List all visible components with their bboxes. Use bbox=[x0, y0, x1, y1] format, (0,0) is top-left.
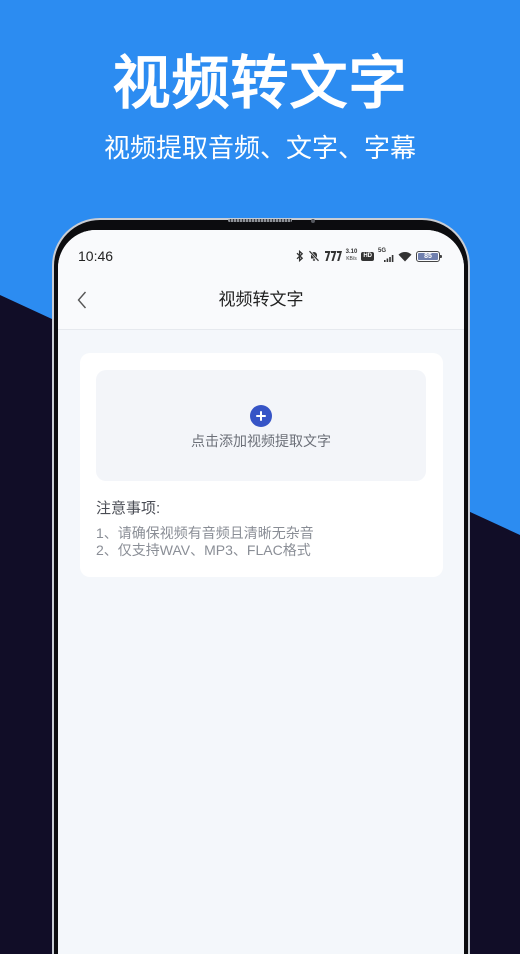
main-card: 点击添加视频提取文字 注意事项: 1、请确保视频有音频且清晰无杂音 2、仅支持W… bbox=[80, 353, 443, 577]
net-speed-value: 3.10 bbox=[345, 249, 358, 255]
mobile-signal-icon: 5G bbox=[378, 248, 394, 262]
add-video-label: 点击添加视频提取文字 bbox=[191, 433, 331, 449]
signal-icon bbox=[324, 251, 342, 261]
status-bar: 10:46 3.10 KB/s HD 5G 85 bbox=[78, 244, 442, 268]
net-speed-unit: KB/s bbox=[346, 256, 357, 262]
banner-subtitle: 视频提取音频、文字、字幕 bbox=[103, 133, 416, 163]
plus-circle-icon[interactable] bbox=[250, 405, 272, 427]
nav-bar: 视频转文字 bbox=[58, 278, 464, 322]
notes-list: 1、请确保视频有音频且清晰无杂音 2、仅支持WAV、MP3、FLAC格式 bbox=[96, 525, 426, 559]
wifi-icon bbox=[398, 251, 412, 261]
note-item: 1、请确保视频有音频且清晰无杂音 bbox=[96, 525, 314, 541]
battery-level: 85 bbox=[424, 252, 432, 260]
net-speed: 3.10 KB/s bbox=[346, 249, 358, 263]
battery-icon: 85 bbox=[416, 250, 442, 262]
add-video-button[interactable]: 点击添加视频提取文字 bbox=[96, 370, 426, 481]
app-header: 10:46 3.10 KB/s HD 5G 85 视频转文字 bbox=[58, 230, 464, 330]
phone-speaker-grille bbox=[228, 219, 292, 222]
hd-icon: HD bbox=[361, 251, 374, 261]
phone-sensor bbox=[311, 219, 315, 223]
notes-heading: 注意事项: bbox=[96, 500, 161, 517]
bluetooth-icon bbox=[296, 250, 303, 262]
phone-screen: 10:46 3.10 KB/s HD 5G 85 视频转文字 点击添加视频提取文… bbox=[58, 230, 464, 954]
mute-icon bbox=[308, 250, 320, 262]
network-type: 5G bbox=[378, 248, 387, 254]
status-time: 10:46 bbox=[78, 248, 114, 264]
note-item: 2、仅支持WAV、MP3、FLAC格式 bbox=[96, 542, 311, 558]
banner-title: 视频转文字 bbox=[112, 51, 408, 116]
page-title: 视频转文字 bbox=[218, 290, 304, 309]
status-icons: 3.10 KB/s HD 5G 85 bbox=[296, 248, 442, 263]
